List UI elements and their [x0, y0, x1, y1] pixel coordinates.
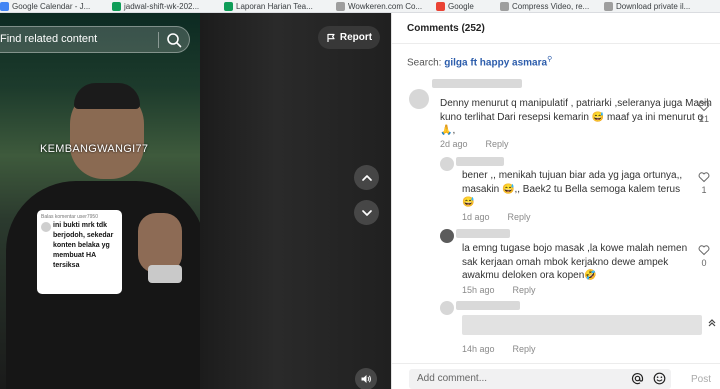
- heart-icon[interactable]: [698, 171, 710, 183]
- overlay-avatar: [41, 222, 51, 232]
- bookmark-wowkeren[interactable]: Wowkeren.com Co...: [336, 0, 436, 12]
- search-input[interactable]: Find related content: [0, 33, 97, 45]
- heart-icon[interactable]: [698, 100, 710, 112]
- comment-meta: 1d ago Reply: [462, 212, 531, 222]
- comment-time: 15h ago: [462, 285, 495, 295]
- divider: [392, 43, 720, 44]
- heart-icon[interactable]: [698, 244, 710, 256]
- comments-panel: Comments (252) Search: gilga ft happy as…: [391, 13, 720, 389]
- comment-text: la emng tugase bojo masak ,la kowe malah…: [462, 243, 688, 281]
- comment-text: Denny menurut q manipulatif , patriarki …: [440, 98, 712, 136]
- bookmark-label: Google: [448, 2, 474, 11]
- overlay-reply-to: Balas komentar user7950: [41, 214, 98, 220]
- video-frame: [0, 13, 206, 389]
- flag-icon: [327, 33, 335, 42]
- blurred-username[interactable]: [456, 157, 504, 166]
- sheets-icon: [224, 2, 233, 11]
- add-comment-input[interactable]: Add comment...: [409, 369, 671, 389]
- post-button[interactable]: Post: [691, 374, 711, 385]
- emoji-icon[interactable]: [653, 372, 666, 385]
- blurred-username[interactable]: [456, 301, 520, 310]
- reply-button[interactable]: Reply: [513, 344, 536, 354]
- expand-icon[interactable]: [706, 317, 718, 329]
- add-comment-placeholder: Add comment...: [417, 373, 488, 384]
- search-keyword-link[interactable]: gilga ft happy asmara: [444, 57, 547, 68]
- bookmark-label: Wowkeren.com Co...: [348, 2, 423, 11]
- bookmark-jadwal-shift[interactable]: jadwal-shift-wk-202...: [112, 0, 224, 12]
- reply-button[interactable]: Reply: [508, 212, 531, 222]
- wristwatch: [148, 265, 182, 283]
- comment-meta: 14h ago Reply: [462, 344, 536, 354]
- person-hand: [138, 213, 182, 273]
- report-button[interactable]: Report: [318, 26, 380, 49]
- blurred-comment-text: [462, 315, 702, 335]
- bookmark-laporan-harian[interactable]: Laporan Harian Tea...: [224, 0, 336, 12]
- globe-icon: [500, 2, 509, 11]
- avatar[interactable]: [440, 157, 454, 171]
- search-icon[interactable]: [166, 32, 182, 48]
- person-hair: [74, 83, 140, 109]
- sheets-icon: [112, 2, 121, 11]
- chevron-up-icon: [361, 174, 372, 181]
- reply-overlay-card: Balas komentar user7950 ini bukti mrk td…: [37, 210, 122, 294]
- bookmark-label: Compress Video, re...: [512, 2, 590, 11]
- overlay-text: ini bukti mrk tdk berjodoh, sekedar kont…: [53, 222, 114, 269]
- comment-meta: 2d ago Reply: [440, 139, 509, 149]
- chevron-down-icon: [361, 209, 372, 216]
- search-icon[interactable]: ⚲: [547, 56, 552, 63]
- browser-viewport: Google Calendar - J... jadwal-shift-wk-2…: [0, 0, 720, 389]
- comment-time: 2d ago: [440, 139, 468, 149]
- blurred-username[interactable]: [456, 229, 510, 238]
- speaker-icon: [361, 375, 371, 383]
- search-prefix: Search:: [407, 57, 445, 69]
- avatar[interactable]: [409, 89, 429, 109]
- globe-icon: [336, 2, 345, 11]
- video-player[interactable]: Find related content Report KEMBANGWANGI…: [0, 13, 391, 389]
- like-count: 1: [701, 185, 707, 195]
- bookmarks-bar: Google Calendar - J... jadwal-shift-wk-2…: [0, 0, 720, 13]
- avatar[interactable]: [440, 229, 454, 243]
- mention-icon[interactable]: [631, 372, 644, 385]
- previous-video-button[interactable]: [354, 165, 379, 190]
- comments-title: Comments (252): [407, 23, 485, 34]
- next-video-button[interactable]: [354, 200, 379, 225]
- bookmark-label: Laporan Harian Tea...: [236, 2, 313, 11]
- bookmark-label: Google Calendar - J...: [12, 2, 91, 11]
- bookmark-label: jadwal-shift-wk-202...: [124, 2, 200, 11]
- avatar[interactable]: [440, 301, 454, 315]
- search-divider: [158, 32, 159, 48]
- bookmark-label: Download private il...: [616, 2, 691, 11]
- like-count: 0: [701, 258, 707, 268]
- comment-text: bener ,, menikah tujuan biar ada yg jaga…: [462, 170, 683, 208]
- bookmark-compress-video[interactable]: Compress Video, re...: [500, 0, 604, 12]
- comment-meta: 15h ago Reply: [462, 285, 536, 295]
- related-content-search[interactable]: Find related content: [0, 26, 190, 53]
- comment-search-line: Search: gilga ft happy asmara⚲: [407, 55, 552, 68]
- google-icon: [436, 2, 445, 11]
- calendar-icon: [0, 2, 9, 11]
- bookmark-download-private[interactable]: Download private il...: [604, 0, 720, 12]
- globe-icon: [604, 2, 613, 11]
- bookmark-google[interactable]: Google: [436, 0, 500, 12]
- comment-time: 1d ago: [462, 212, 490, 222]
- blurred-username[interactable]: [432, 79, 522, 88]
- volume-button[interactable]: [355, 368, 377, 389]
- add-comment-bar: Add comment... Post: [392, 363, 720, 389]
- like-count: 21: [698, 114, 709, 124]
- reply-button[interactable]: Reply: [486, 139, 509, 149]
- bookmark-google-calendar[interactable]: Google Calendar - J...: [0, 0, 112, 12]
- video-watermark: KEMBANGWANGI77: [40, 143, 149, 155]
- reply-button[interactable]: Reply: [513, 285, 536, 295]
- report-label: Report: [339, 32, 373, 43]
- comment-time: 14h ago: [462, 344, 495, 354]
